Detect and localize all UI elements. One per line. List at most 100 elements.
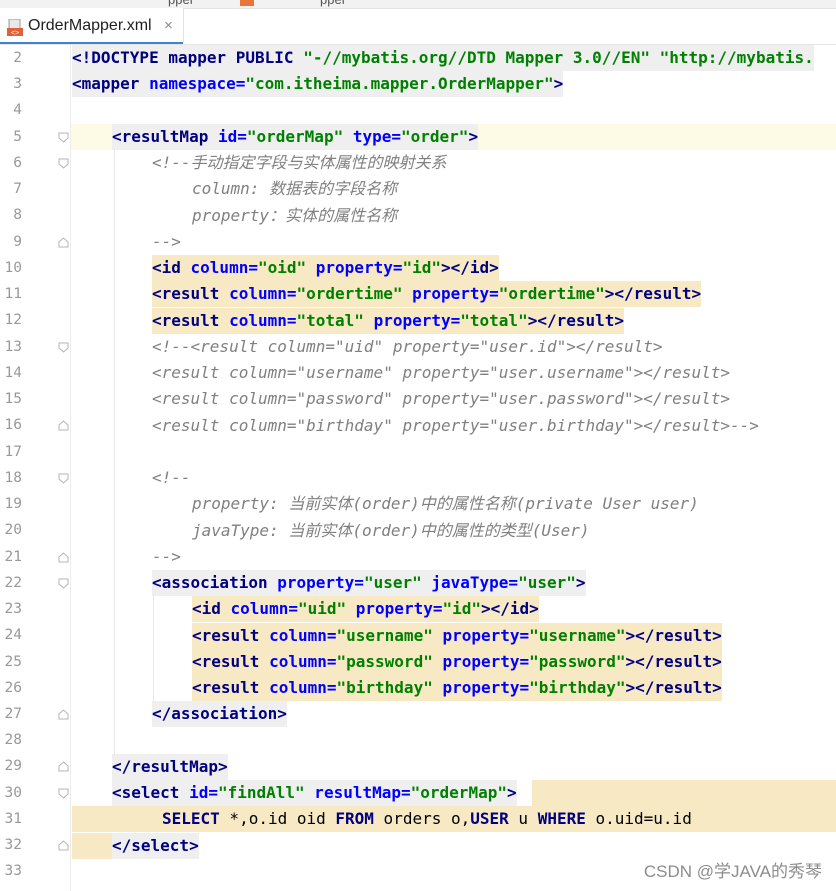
line-number: 30 [4, 785, 22, 801]
result-tag: <result [192, 678, 270, 697]
code-line-2: <!DOCTYPE mapper PUBLIC "-//mybatis.org/… [72, 45, 814, 71]
other-tab-label-2[interactable]: pper [320, 0, 346, 7]
namespace-attr: namespace= [149, 74, 246, 93]
property-value: "username" [529, 626, 626, 645]
column-value: "oid" [257, 258, 307, 277]
line-number: 29 [4, 758, 22, 774]
line-number: 20 [4, 522, 22, 538]
resultmap-close-tag: </resultMap> [112, 754, 228, 780]
fold-open-icon[interactable] [58, 342, 69, 353]
sql-keyword: WHERE [537, 809, 586, 828]
code-line-32: </select> [112, 833, 199, 859]
line-number: 18 [4, 470, 22, 486]
line-number: 27 [4, 706, 22, 722]
line-number: 31 [4, 811, 22, 827]
result-tag: <result [152, 311, 230, 330]
tag-close: > [553, 74, 564, 93]
line-number: 6 [13, 155, 22, 171]
sql-text: u [508, 809, 538, 828]
id-attr: id= [189, 783, 218, 802]
code-line-19: property: 当前实体(order)中的属性名称(private User… [192, 494, 699, 513]
column-value: "uid" [297, 599, 347, 618]
line-number: 13 [4, 339, 22, 355]
code-line-29: </resultMap> [112, 754, 228, 780]
code-line-14: <result column="username" property="user… [152, 363, 730, 382]
tab-bar-divider [0, 44, 836, 45]
sql-highlight-head [72, 833, 112, 859]
xml-file-icon: <> [7, 19, 23, 37]
property-value: "id" [402, 258, 441, 277]
doctype-public-id: "-//mybatis.org//DTD Mapper 3.0//EN" [303, 48, 650, 67]
association-close-tag: </association> [152, 701, 287, 727]
tab-label: OrderMapper.xml [28, 17, 152, 34]
line-number: 17 [4, 444, 22, 460]
code-line-8: property：实体的属性名称 [192, 206, 398, 225]
code-line-6: <!--手动指定字段与实体属性的映射关系 [152, 153, 447, 172]
fold-open-icon[interactable] [58, 578, 69, 589]
column-attr: column= [269, 652, 337, 671]
code-line-30: <select id="findAll" resultMap="orderMap… [112, 780, 517, 806]
column-attr: column= [190, 258, 258, 277]
fold-end-icon[interactable] [58, 237, 69, 248]
tag-close: ></id> [441, 258, 499, 277]
other-tab-label[interactable]: pper [168, 0, 194, 7]
line-number: 9 [13, 234, 22, 250]
code-line-27: </association> [152, 701, 287, 727]
property-value: "user" [363, 573, 422, 592]
editor-tab-bar: pper pper <> OrderMapper.xml × [0, 0, 836, 44]
result-tag: <result [192, 652, 270, 671]
result-tag: <result [192, 626, 270, 645]
property-attr: property= [432, 626, 530, 645]
code-line-12: <result column="total" property="total">… [152, 308, 625, 334]
fold-open-icon[interactable] [58, 788, 69, 799]
line-number: 10 [4, 260, 22, 276]
select-tag: <select [112, 783, 190, 802]
fold-end-icon[interactable] [58, 709, 69, 720]
gutter-separator [70, 45, 71, 891]
code-line-31: SELECT *,o.id oid FROM orders o,USER u W… [162, 806, 692, 832]
tag-close: ></id> [481, 599, 539, 618]
id-tag: <id [192, 599, 231, 618]
fold-open-icon[interactable] [58, 473, 69, 484]
code-line-3: <mapper namespace="com.itheima.mapper.Or… [72, 71, 564, 97]
fold-end-icon[interactable] [58, 840, 69, 851]
line-number: 5 [13, 129, 22, 145]
fold-end-icon[interactable] [58, 420, 69, 431]
tag-close: ></result> [625, 652, 722, 671]
column-value: "birthday" [336, 678, 433, 697]
column-value: "password" [336, 652, 433, 671]
indent-guide [153, 596, 154, 706]
property-attr: property= [432, 678, 530, 697]
line-number: 25 [4, 654, 22, 670]
close-tab-icon[interactable]: × [164, 17, 173, 34]
column-attr: column= [230, 599, 298, 618]
javatype-value: "user" [518, 573, 576, 592]
property-value: "id" [442, 599, 481, 618]
code-line-9: --> [152, 232, 181, 251]
fold-open-icon[interactable] [58, 158, 69, 169]
fold-open-icon[interactable] [58, 132, 69, 143]
column-attr: column= [229, 284, 297, 303]
sql-text: o.uid=u.id [585, 809, 692, 828]
fold-end-icon[interactable] [58, 552, 69, 563]
code-line-16: <result column="birthday" property="user… [152, 416, 759, 435]
property-attr: property= [363, 311, 461, 330]
code-line-18: <!-- [152, 468, 191, 487]
line-number: 4 [13, 102, 22, 118]
line-number: 23 [4, 601, 22, 617]
tab-ordermapper-xml[interactable]: <> OrderMapper.xml × [0, 8, 184, 43]
line-number: 24 [4, 627, 22, 643]
line-number: 3 [13, 76, 22, 92]
line-number: 16 [4, 417, 22, 433]
namespace-value: "com.itheima.mapper.OrderMapper" [245, 74, 554, 93]
column-attr: column= [229, 311, 297, 330]
line-number: 12 [4, 312, 22, 328]
property-attr: property= [402, 284, 499, 303]
property-value: "birthday" [529, 678, 626, 697]
csdn-watermark: CSDN @学JAVA的秀琴 [643, 862, 822, 881]
current-line-highlight [0, 124, 836, 150]
sql-highlight [72, 806, 836, 832]
fold-end-icon[interactable] [58, 761, 69, 772]
code-line-25: <result column="password" property="pass… [192, 649, 722, 675]
code-line-21: --> [152, 547, 181, 566]
